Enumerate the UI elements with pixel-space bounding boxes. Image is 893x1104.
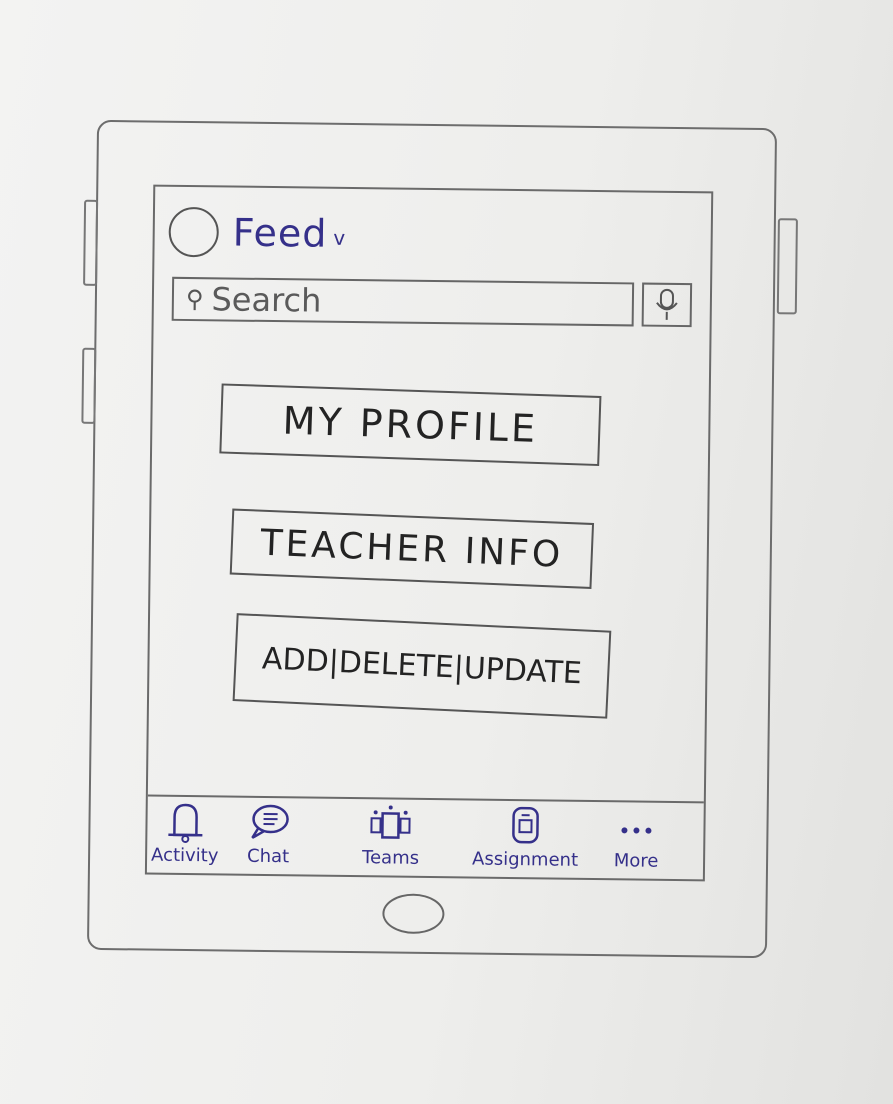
tab-bar: Activity Chat Teams Assignment More (147, 801, 704, 884)
home-button[interactable] (382, 893, 445, 935)
side-button-right (776, 218, 798, 315)
tab-assignment-label: Assignment (471, 848, 579, 871)
my-profile-button[interactable]: MY PROFILE (219, 383, 602, 467)
tab-chat[interactable]: Chat (245, 802, 292, 868)
tab-chat-label: Chat (246, 845, 290, 868)
feed-label: Feed (232, 210, 328, 256)
search-icon: ⚲ (185, 284, 204, 314)
feed-dropdown[interactable]: Feed v (232, 211, 345, 256)
add-delete-update-button[interactable]: ADD|DELETE|UPDATE (232, 613, 612, 719)
avatar[interactable] (168, 206, 220, 258)
tab-teams-label: Teams (361, 847, 420, 869)
teams-icon (370, 805, 412, 839)
microphone-icon (656, 288, 678, 320)
teacher-info-button[interactable]: TEACHER INFO (229, 508, 595, 589)
bell-icon (168, 803, 203, 844)
tab-more-label: More (613, 850, 659, 872)
tablet-frame: Feed v ⚲ MY PROFILE TEACHER INFO ADD|DEL… (81, 119, 798, 959)
tab-more[interactable]: More (613, 806, 660, 872)
mic-button[interactable] (641, 282, 693, 328)
more-dots-icon (621, 827, 652, 834)
search-row: ⚲ (171, 276, 693, 328)
search-bar[interactable]: ⚲ (171, 276, 635, 327)
chat-bubble-icon (251, 804, 289, 839)
screen: Feed v ⚲ MY PROFILE TEACHER INFO ADD|DEL… (144, 184, 714, 884)
tab-teams[interactable]: Teams (362, 803, 420, 869)
side-button-top-left (83, 199, 99, 286)
tab-activity-label: Activity (150, 844, 219, 867)
tab-activity[interactable]: Activity (150, 801, 219, 867)
search-input[interactable] (211, 280, 592, 323)
tab-assignment[interactable]: Assignment (472, 805, 579, 871)
header: Feed v (168, 206, 345, 259)
assignment-icon (512, 806, 539, 844)
side-button-mid-left (81, 347, 97, 424)
chevron-down-icon: v (333, 225, 346, 250)
